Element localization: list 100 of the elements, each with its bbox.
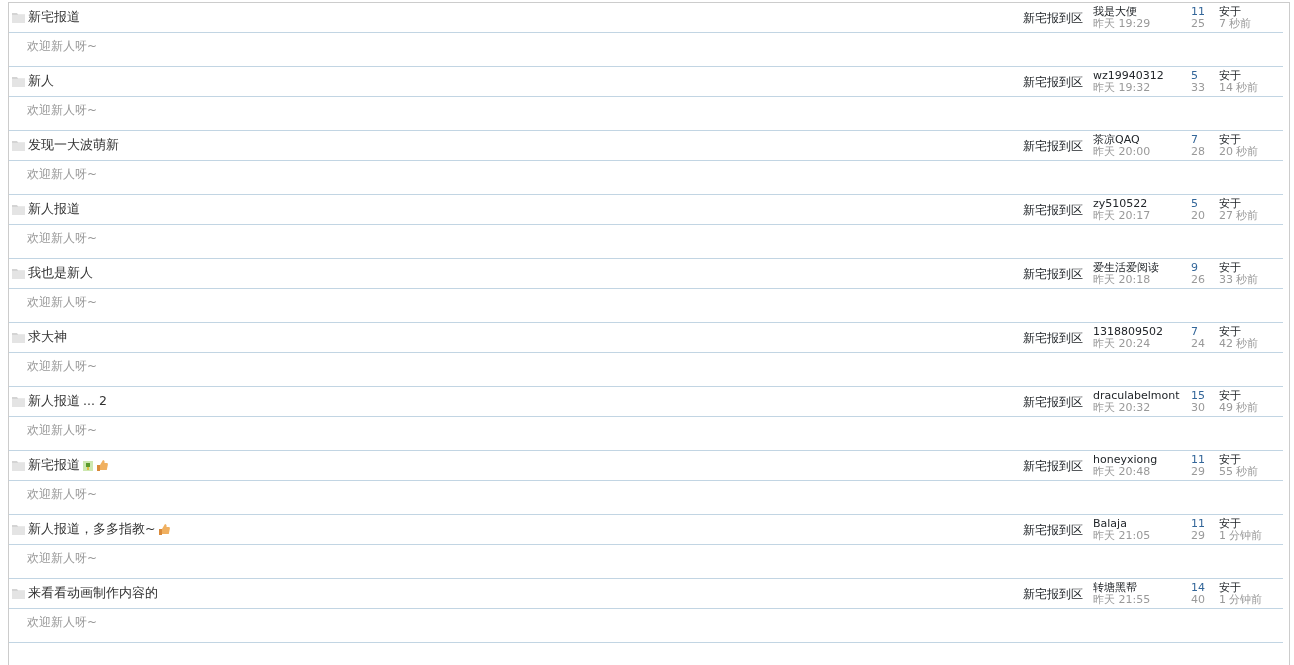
- post-date: 昨天 21:05: [1093, 529, 1152, 542]
- reply-count: 11: [1191, 453, 1206, 466]
- last-reply-time: 7 秒前: [1219, 17, 1253, 30]
- reply-count: 5: [1191, 197, 1199, 210]
- image-icon: [83, 460, 93, 471]
- post-date: 昨天 20:17: [1093, 209, 1152, 222]
- last-poster-link[interactable]: 安于: [1219, 581, 1283, 594]
- post-date: 昨天 19:29: [1093, 17, 1152, 30]
- last-reply-time: 55 秒前: [1219, 465, 1260, 478]
- thread-excerpt: 欢迎新人呀~: [27, 167, 98, 181]
- forum-link[interactable]: 新宅报到区: [1023, 202, 1083, 217]
- thread-title-link[interactable]: 新宅报道: [28, 456, 80, 475]
- last-poster-link[interactable]: 安于: [1219, 389, 1283, 402]
- folder-icon: [12, 204, 25, 215]
- author-link[interactable]: zy510522: [1093, 197, 1191, 210]
- last-reply-time: 1 分钟前: [1219, 529, 1264, 542]
- author-link[interactable]: wz19940312: [1093, 69, 1191, 82]
- last-poster-link[interactable]: 安于: [1219, 325, 1283, 338]
- author-link[interactable]: honeyxiong: [1093, 453, 1191, 466]
- forum-link[interactable]: 新宅报到区: [1023, 394, 1083, 409]
- reply-count: 5: [1191, 69, 1199, 82]
- forum-link[interactable]: 新宅报到区: [1023, 74, 1083, 89]
- forum-link[interactable]: 新宅报到区: [1023, 458, 1083, 473]
- view-count: 26: [1191, 273, 1206, 286]
- folder-icon: [12, 588, 25, 599]
- last-reply-time: 42 秒前: [1219, 337, 1260, 350]
- last-poster-link[interactable]: 安于: [1219, 69, 1283, 82]
- last-reply-time: 49 秒前: [1219, 401, 1260, 414]
- post-date: 昨天 20:24: [1093, 337, 1152, 350]
- thread-title-link[interactable]: 新人报道: [28, 200, 80, 219]
- view-count: 30: [1191, 401, 1206, 414]
- last-reply-time: 14 秒前: [1219, 81, 1260, 94]
- forum-link[interactable]: 新宅报到区: [1023, 522, 1083, 537]
- thread-excerpt: 欢迎新人呀~: [27, 487, 98, 501]
- author-link[interactable]: 爱生活爱阅读: [1093, 261, 1191, 274]
- last-reply-time: 20 秒前: [1219, 145, 1260, 158]
- thread-excerpt: 欢迎新人呀~: [27, 103, 98, 117]
- thumbs-up-icon: [96, 460, 108, 471]
- thread-title-link[interactable]: 我也是新人: [28, 264, 93, 283]
- view-count: 40: [1191, 593, 1206, 606]
- thread-excerpt: 欢迎新人呀~: [27, 359, 98, 373]
- post-date: 昨天 20:18: [1093, 273, 1151, 286]
- thread-excerpt: 欢迎新人呀~: [27, 231, 98, 245]
- folder-icon: [12, 268, 25, 279]
- forum-link[interactable]: 新宅报到区: [1023, 138, 1083, 153]
- last-poster-link[interactable]: 安于: [1219, 261, 1283, 274]
- author-link[interactable]: Balaja: [1093, 517, 1191, 530]
- last-poster-link[interactable]: 安于: [1219, 197, 1283, 210]
- thumbs-up-icon: [158, 524, 171, 535]
- reply-count: 11: [1191, 5, 1206, 18]
- author-link[interactable]: 1318809502: [1093, 325, 1191, 338]
- forum-link[interactable]: 新宅报到区: [1023, 330, 1083, 345]
- thread-title-link[interactable]: 新人报道: [28, 392, 80, 411]
- view-count: 25: [1191, 17, 1206, 30]
- author-link[interactable]: 转塘黑帮: [1093, 581, 1191, 594]
- view-count: 28: [1191, 145, 1206, 158]
- last-poster-link[interactable]: 安于: [1219, 453, 1283, 466]
- folder-icon: [12, 460, 25, 471]
- last-reply-time: 1 分钟前: [1219, 593, 1264, 606]
- last-reply-time: 27 秒前: [1219, 209, 1260, 222]
- last-poster-link[interactable]: 安于: [1219, 133, 1283, 146]
- author-link[interactable]: 我是大便: [1093, 5, 1191, 18]
- author-link[interactable]: 茶凉QAQ: [1093, 133, 1191, 146]
- forum-link[interactable]: 新宅报到区: [1023, 586, 1083, 601]
- thread-excerpt: 欢迎新人呀~: [27, 551, 98, 565]
- page-link[interactable]: ... 2: [83, 392, 107, 411]
- folder-icon: [12, 76, 25, 87]
- author-link[interactable]: draculabelmont: [1093, 389, 1191, 402]
- last-poster-link[interactable]: 安于: [1219, 517, 1283, 530]
- view-count: 20: [1191, 209, 1206, 222]
- post-date: 昨天 19:32: [1093, 81, 1152, 94]
- reply-count: 14: [1191, 581, 1206, 594]
- thread-excerpt: 欢迎新人呀~: [27, 39, 98, 53]
- last-poster-link[interactable]: 安于: [1219, 5, 1283, 18]
- folder-icon: [12, 12, 25, 23]
- forum-link[interactable]: 新宅报到区: [1023, 10, 1083, 25]
- forum-link[interactable]: 新宅报到区: [1023, 266, 1083, 281]
- post-date: 昨天 20:00: [1093, 145, 1152, 158]
- thread-excerpt: 欢迎新人呀~: [27, 295, 98, 309]
- folder-icon: [12, 140, 25, 151]
- folder-icon: [12, 524, 25, 535]
- thread-title-link[interactable]: 新宅报道: [28, 8, 80, 27]
- last-reply-time: 33 秒前: [1219, 273, 1260, 286]
- thread-title-link[interactable]: 来看看动画制作内容的: [28, 584, 158, 603]
- thread-title-link[interactable]: 新人: [28, 72, 54, 91]
- reply-count: 7: [1191, 325, 1199, 338]
- folder-icon: [12, 332, 25, 343]
- reply-count: 9: [1191, 261, 1199, 274]
- reply-count: 11: [1191, 517, 1206, 530]
- thread-excerpt: 欢迎新人呀~: [27, 423, 98, 437]
- reply-count: 15: [1191, 389, 1206, 402]
- folder-icon: [12, 396, 25, 407]
- post-date: 昨天 20:48: [1093, 465, 1151, 478]
- thread-title-link[interactable]: 求大神: [28, 328, 67, 347]
- thread-excerpt: 欢迎新人呀~: [27, 615, 98, 629]
- post-date: 昨天 20:32: [1093, 401, 1152, 414]
- view-count: 33: [1191, 81, 1206, 94]
- reply-count: 7: [1191, 133, 1199, 146]
- thread-title-link[interactable]: 发现一大波萌新: [28, 136, 119, 155]
- thread-title-link[interactable]: 新人报道，多多指教~: [28, 520, 156, 539]
